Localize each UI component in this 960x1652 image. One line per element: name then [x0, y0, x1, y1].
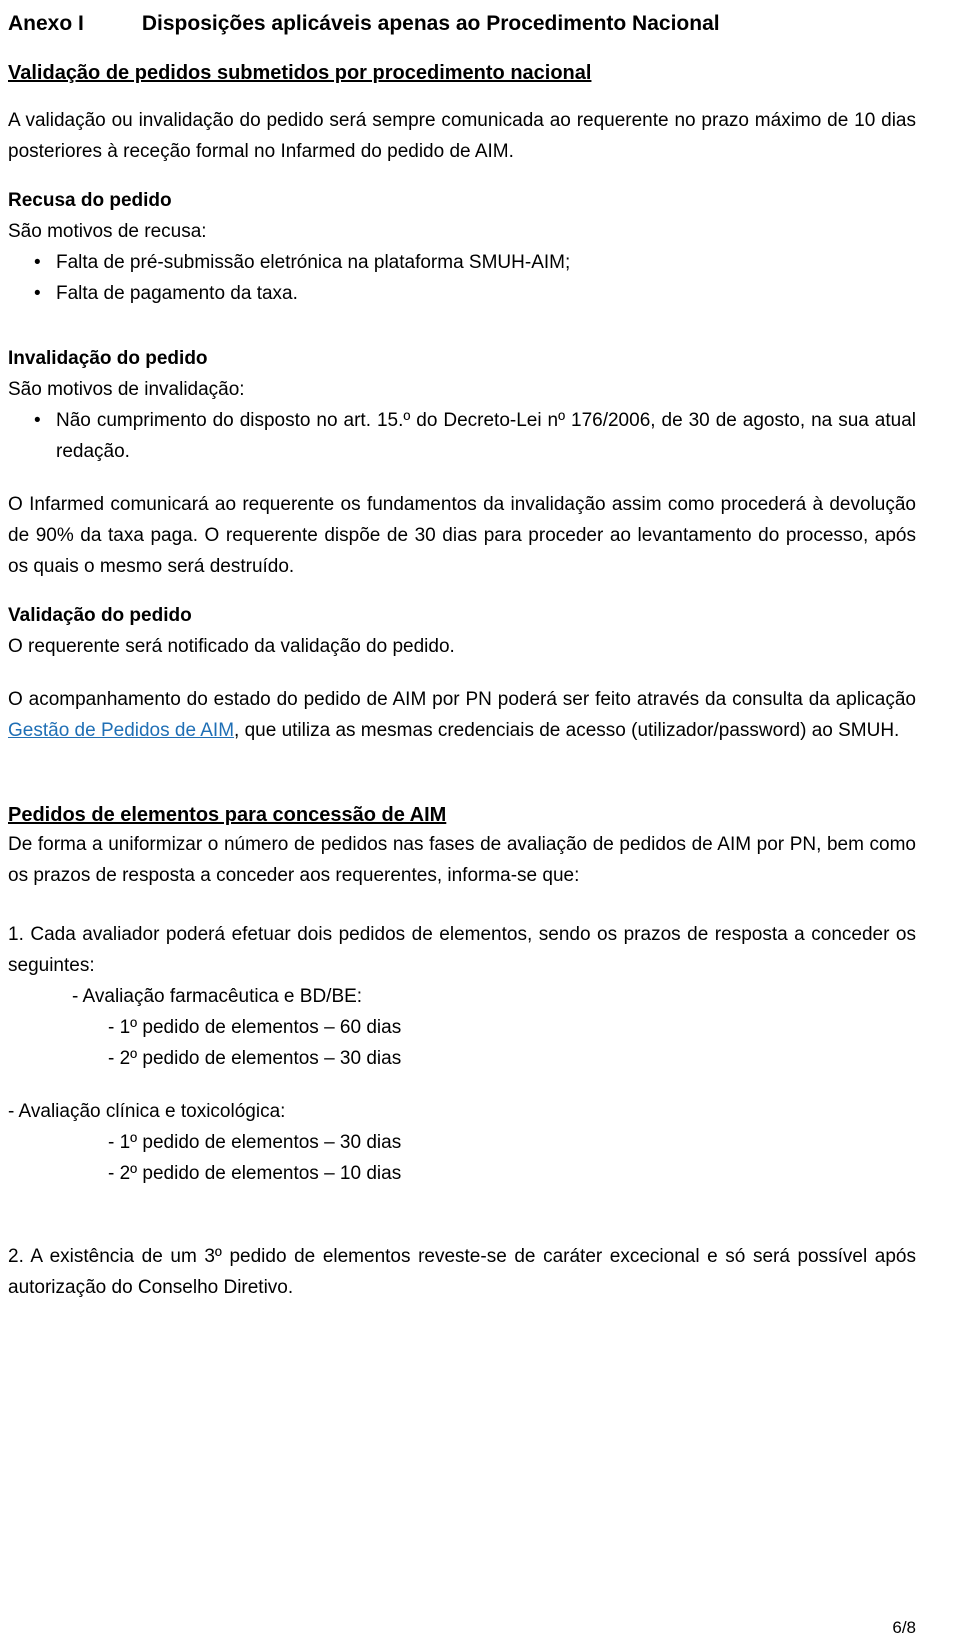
list-item: Falta de pré-submissão eletrónica na pla…	[34, 247, 916, 278]
recusa-list: Falta de pré-submissão eletrónica na pla…	[8, 247, 916, 309]
acompanhamento-paragraph: O acompanhamento do estado do pedido de …	[8, 684, 916, 746]
invalidacao-paragraph: O Infarmed comunicará ao requerente os f…	[8, 494, 916, 577]
heading-validacao-pedidos: Validação de pedidos submetidos por proc…	[8, 62, 592, 84]
page-title: Anexo I Disposições aplicáveis apenas ao…	[8, 12, 916, 36]
heading-recusa: Recusa do pedido	[8, 190, 172, 211]
list-item: Falta de pagamento da taxa.	[34, 278, 916, 309]
acompanhamento-text-before: O acompanhamento do estado do pedido de …	[8, 689, 916, 710]
validacao-paragraph: O requerente será notificado da validaçã…	[8, 636, 455, 657]
group-b-line: - 2º pedido de elementos – 10 dias	[108, 1163, 402, 1184]
invalidacao-list: Não cumprimento do disposto no art. 15.º…	[8, 405, 916, 467]
recusa-lead: São motivos de recusa:	[8, 221, 207, 242]
pedidos-item-2: 2. A existência de um 3º pedido de eleme…	[8, 1246, 916, 1298]
gestao-pedidos-aim-link[interactable]: Gestão de Pedidos de AIM	[8, 720, 234, 741]
document-page: Anexo I Disposições aplicáveis apenas ao…	[0, 0, 960, 1652]
heading-pedidos-elementos: Pedidos de elementos para concessão de A…	[8, 804, 447, 826]
heading-validacao: Validação do pedido	[8, 605, 192, 626]
group-a-label: - Avaliação farmacêutica e BD/BE:	[72, 986, 363, 1007]
pedidos-elementos-intro: De forma a uniformizar o número de pedid…	[8, 834, 916, 886]
page-number-footer: 6/8	[892, 1618, 916, 1637]
pedidos-item-1: 1. Cada avaliador poderá efetuar dois pe…	[8, 924, 916, 976]
group-a-line: - 2º pedido de elementos – 30 dias	[108, 1048, 402, 1069]
group-b-line: - 1º pedido de elementos – 30 dias	[108, 1132, 402, 1153]
heading-invalidacao: Invalidação do pedido	[8, 348, 208, 369]
invalidacao-lead: São motivos de invalidação:	[8, 379, 245, 400]
group-b-label: - Avaliação clínica e toxicológica:	[8, 1101, 286, 1122]
annex-label: Anexo I	[8, 12, 84, 35]
annex-title: Disposições aplicáveis apenas ao Procedi…	[141, 12, 720, 35]
group-a-line: - 1º pedido de elementos – 60 dias	[108, 1017, 402, 1038]
intro-paragraph: A validação ou invalidação do pedido ser…	[8, 110, 916, 162]
list-item: Não cumprimento do disposto no art. 15.º…	[34, 405, 916, 467]
acompanhamento-text-after: , que utiliza as mesmas credenciais de a…	[234, 720, 900, 741]
